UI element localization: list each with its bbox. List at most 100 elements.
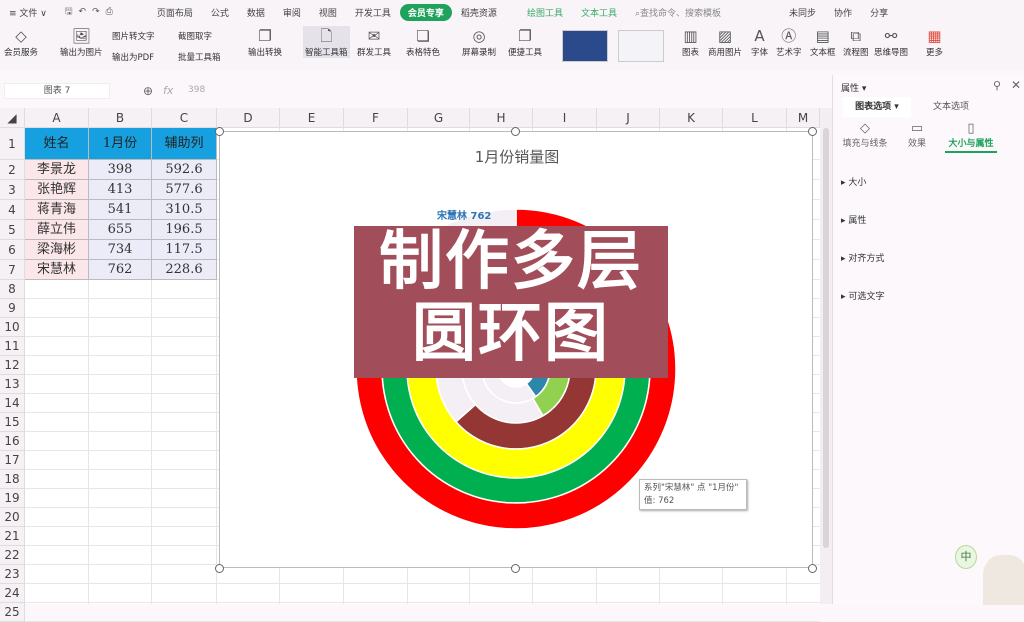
table-cell[interactable]: 宋慧林 bbox=[25, 260, 89, 280]
row-header[interactable]: 23 bbox=[0, 565, 25, 584]
row-header[interactable]: 1 bbox=[0, 128, 25, 160]
close-icon[interactable]: ✕ bbox=[1011, 78, 1021, 92]
stock-image-button[interactable]: ▨ 商用图片 bbox=[708, 26, 742, 58]
row-header[interactable]: 24 bbox=[0, 584, 25, 603]
template-thumbnail-2[interactable] bbox=[618, 30, 664, 62]
tab-chart-options[interactable]: 图表选项 ▾ bbox=[843, 97, 911, 117]
menu-formula[interactable]: 公式 bbox=[202, 6, 238, 19]
row-header[interactable]: 16 bbox=[0, 432, 25, 451]
row-header[interactable]: 20 bbox=[0, 508, 25, 527]
menu-developer[interactable]: 开发工具 bbox=[346, 6, 400, 19]
subtab-size-properties[interactable]: ▯ 大小与属性 bbox=[945, 121, 997, 153]
table-header-cell[interactable]: 姓名 bbox=[25, 128, 89, 160]
menu-vip[interactable]: 会员专享 bbox=[399, 3, 452, 21]
row-header[interactable]: 6 bbox=[0, 240, 25, 260]
collab-button[interactable]: 协作 bbox=[825, 6, 861, 19]
name-box[interactable]: 图表 7 bbox=[4, 83, 110, 99]
column-header-L[interactable]: L bbox=[723, 108, 787, 128]
row-header[interactable]: 11 bbox=[0, 337, 25, 356]
column-header-G[interactable]: G bbox=[408, 108, 470, 128]
row-header[interactable]: 5 bbox=[0, 220, 25, 240]
row-header[interactable]: 17 bbox=[0, 451, 25, 470]
table-cell[interactable]: 413 bbox=[89, 180, 152, 200]
table-cell[interactable]: 310.5 bbox=[152, 200, 217, 220]
mindmap-button[interactable]: ⚯ 思维导图 bbox=[874, 26, 908, 58]
subtab-fill-line[interactable]: ◇ 填充与线条 bbox=[841, 121, 889, 149]
table-cell[interactable]: 655 bbox=[89, 220, 152, 240]
template-thumbnail-1[interactable] bbox=[562, 30, 608, 62]
textbox-button[interactable]: ▤ 文本框 bbox=[810, 26, 836, 58]
column-header-B[interactable]: B bbox=[89, 108, 152, 128]
menu-page-layout[interactable]: 页面布局 bbox=[148, 6, 202, 19]
row-header[interactable]: 7 bbox=[0, 260, 25, 280]
vertical-scrollbar[interactable] bbox=[820, 108, 832, 604]
table-cell[interactable]: 蒋青海 bbox=[25, 200, 89, 220]
column-header-M[interactable]: M bbox=[787, 108, 820, 128]
table-header-cell[interactable]: 1月份 bbox=[89, 128, 152, 160]
menu-data[interactable]: 数据 bbox=[238, 6, 274, 19]
table-cell[interactable]: 592.6 bbox=[152, 160, 217, 180]
mass-send-button[interactable]: ✉ 群发工具 bbox=[357, 26, 391, 58]
table-cell[interactable]: 117.5 bbox=[152, 240, 217, 260]
export-image-button[interactable]: 🖼 输出为图片 bbox=[60, 26, 103, 58]
export-pdf-button[interactable]: 输出为PDF bbox=[112, 51, 154, 63]
ime-icon[interactable]: 中 bbox=[955, 545, 977, 569]
image-to-text-button[interactable]: 图片转文字 bbox=[112, 30, 155, 42]
row-header[interactable]: 25 bbox=[0, 603, 25, 622]
column-header-D[interactable]: D bbox=[217, 108, 280, 128]
table-cell[interactable]: 228.6 bbox=[152, 260, 217, 280]
menu-text-tools[interactable]: 文本工具 bbox=[572, 6, 626, 19]
table-cell[interactable]: 薛立伟 bbox=[25, 220, 89, 240]
vip-service-button[interactable]: ◇ 会员服务 bbox=[4, 26, 38, 58]
row-header[interactable]: 4 bbox=[0, 200, 25, 220]
column-header-K[interactable]: K bbox=[660, 108, 723, 128]
panel-title[interactable]: 属性 ▾ bbox=[841, 81, 866, 94]
row-header[interactable]: 22 bbox=[0, 546, 25, 565]
table-cell[interactable]: 398 bbox=[89, 160, 152, 180]
smart-toolbox-button[interactable]: 🗋 智能工具箱 bbox=[303, 26, 350, 58]
row-header[interactable]: 9 bbox=[0, 299, 25, 318]
table-cell[interactable]: 李景龙 bbox=[25, 160, 89, 180]
column-header-J[interactable]: J bbox=[597, 108, 660, 128]
section-properties[interactable]: ▸ 属性 bbox=[841, 213, 866, 226]
screenshot-text-button[interactable]: 截图取字 bbox=[178, 30, 212, 42]
resize-handle[interactable] bbox=[808, 127, 817, 136]
resize-handle[interactable] bbox=[215, 127, 224, 136]
resize-handle[interactable] bbox=[511, 564, 520, 573]
column-header-E[interactable]: E bbox=[280, 108, 344, 128]
row-header[interactable]: 18 bbox=[0, 470, 25, 489]
section-size[interactable]: ▸ 大小 bbox=[841, 175, 866, 188]
flowchart-button[interactable]: ⧉ 流程图 bbox=[843, 26, 869, 58]
row-header[interactable]: 10 bbox=[0, 318, 25, 337]
share-button[interactable]: 分享 bbox=[861, 6, 897, 19]
row-header[interactable]: 14 bbox=[0, 394, 25, 413]
table-cell[interactable]: 577.6 bbox=[152, 180, 217, 200]
row-header[interactable]: 8 bbox=[0, 280, 25, 299]
fx-icon[interactable]: fx bbox=[163, 84, 173, 97]
table-feature-button[interactable]: ❏ 表格特色 bbox=[406, 26, 440, 58]
section-alignment[interactable]: ▸ 对齐方式 bbox=[841, 251, 884, 264]
menu-docer[interactable]: 稻壳资源 bbox=[452, 6, 506, 19]
column-header-C[interactable]: C bbox=[152, 108, 217, 128]
select-all-corner[interactable]: ◢ bbox=[0, 108, 25, 128]
handy-tools-button[interactable]: ❐ 便捷工具 bbox=[508, 26, 542, 58]
menu-file[interactable]: ≡ 文件 ∨ bbox=[0, 6, 56, 19]
chart-button[interactable]: ▥ 图表 bbox=[682, 26, 699, 58]
table-cell[interactable]: 张艳辉 bbox=[25, 180, 89, 200]
table-header-cell[interactable]: 辅助列 bbox=[152, 128, 217, 160]
row-header[interactable]: 12 bbox=[0, 356, 25, 375]
resize-handle[interactable] bbox=[511, 127, 520, 136]
search-box[interactable]: ⌕查找命令、搜索模板 bbox=[626, 6, 730, 19]
table-cell[interactable]: 196.5 bbox=[152, 220, 217, 240]
table-cell[interactable]: 梁海彬 bbox=[25, 240, 89, 260]
row-header[interactable]: 2 bbox=[0, 160, 25, 180]
export-convert-button[interactable]: ❐ 输出转换 bbox=[248, 26, 282, 58]
column-header-I[interactable]: I bbox=[533, 108, 597, 128]
column-header-H[interactable]: H bbox=[470, 108, 533, 128]
batch-toolbox-button[interactable]: 批量工具箱 bbox=[178, 51, 221, 63]
wordart-button[interactable]: Ⓐ 艺术字 bbox=[776, 26, 802, 58]
row-header[interactable]: 15 bbox=[0, 413, 25, 432]
resize-handle[interactable] bbox=[215, 564, 224, 573]
screen-record-button[interactable]: ◎ 屏幕录制 bbox=[462, 26, 496, 58]
row-header[interactable]: 19 bbox=[0, 489, 25, 508]
